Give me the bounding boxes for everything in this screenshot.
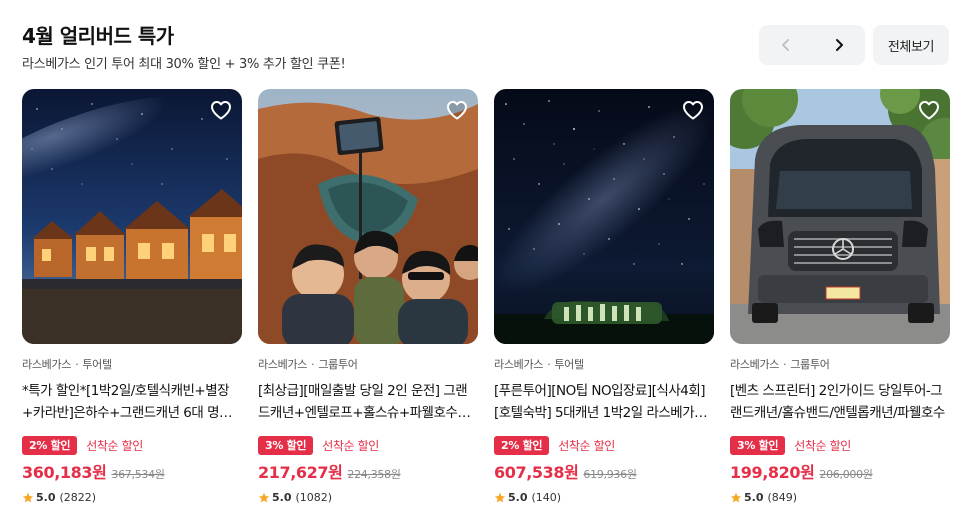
product-card[interactable]: 라스베가스 · 투어텔 [푸른투어][NO팁 NO입장료][식사4회][호텔숙박] … [494, 89, 714, 504]
rating-score: 5.0 [36, 491, 56, 504]
early-bird-section: 4월 얼리버드 특가 라스베가스 인기 투어 최대 30% 할인 + 3% 추가… [0, 0, 966, 517]
sale-price: 199,820원 [730, 463, 815, 482]
carousel-nav [759, 25, 865, 65]
review-count: (2822) [59, 491, 97, 504]
product-meta: 라스베가스 · 투어텔 [22, 356, 242, 372]
product-city: 라스베가스 [258, 358, 308, 371]
price-row: 217,627원 224,358원 [258, 459, 478, 483]
starry-sky-photo [494, 89, 714, 344]
cabins-night-photo [22, 89, 242, 344]
product-title[interactable]: [벤츠 스프린터] 2인가이드 당일투어-그랜드캐년/홀슈밴드/앤텔롭캐년/파웰… [730, 380, 950, 424]
product-photo[interactable] [730, 89, 950, 344]
product-photo[interactable] [494, 89, 714, 344]
view-all-button[interactable]: 전체보기 [873, 25, 949, 65]
rating-row: 5.0 (2822) [22, 491, 242, 504]
product-meta: 라스베가스 · 그룹투어 [258, 356, 478, 372]
product-city: 라스베가스 [22, 358, 72, 371]
meta-separator: · [311, 358, 315, 371]
product-photo[interactable] [22, 89, 242, 344]
rating-row: 5.0 (1082) [258, 491, 478, 504]
original-price: 224,358원 [347, 468, 401, 481]
product-category: 그룹투어 [318, 358, 358, 371]
product-city: 라스베가스 [730, 358, 780, 371]
price-row: 199,820원 206,000원 [730, 459, 950, 483]
section-subtitle: 라스베가스 인기 투어 최대 30% 할인 + 3% 추가 할인 쿠폰! [22, 57, 346, 72]
first-come-label: 선착순 할인 [86, 439, 143, 453]
discount-row: 3% 할인 선착순 할인 [258, 436, 478, 455]
discount-badge: 3% 할인 [730, 436, 786, 455]
product-city: 라스베가스 [494, 358, 544, 371]
original-price: 367,534원 [111, 468, 165, 481]
rating-score: 5.0 [272, 491, 292, 504]
meta-separator: · [783, 358, 787, 371]
chevron-left-icon [781, 39, 789, 51]
carousel-next-button[interactable] [812, 25, 865, 65]
star-icon [730, 492, 742, 502]
carousel-prev-button[interactable] [759, 25, 812, 65]
sale-price: 607,538원 [494, 463, 579, 482]
rating-score: 5.0 [744, 491, 764, 504]
product-card[interactable]: 라스베가스 · 그룹투어 [최상급][매일출발 당일 2인 운전] 그랜드캐년+엔텔… [258, 89, 478, 504]
original-price: 619,936원 [583, 468, 637, 481]
chevron-right-icon [835, 39, 843, 51]
first-come-label: 선착순 할인 [558, 439, 615, 453]
first-come-label: 선착순 할인 [322, 439, 379, 453]
review-count: (1082) [295, 491, 333, 504]
discount-badge: 2% 할인 [494, 436, 550, 455]
discount-badge: 2% 할인 [22, 436, 78, 455]
product-category: 투어텔 [82, 358, 112, 371]
star-icon [494, 492, 506, 502]
star-icon [22, 492, 34, 502]
product-meta: 라스베가스 · 투어텔 [494, 356, 714, 372]
product-photo[interactable] [258, 89, 478, 344]
meta-separator: · [547, 358, 551, 371]
sale-price: 217,627원 [258, 463, 343, 482]
group-selfie-photo [258, 89, 478, 344]
discount-badge: 3% 할인 [258, 436, 314, 455]
product-meta: 라스베가스 · 그룹투어 [730, 356, 950, 372]
review-count: (140) [531, 491, 562, 504]
wishlist-heart-icon[interactable] [209, 98, 233, 122]
wishlist-heart-icon[interactable] [445, 98, 469, 122]
rating-row: 5.0 (849) [730, 491, 950, 504]
price-row: 360,183원 367,534원 [22, 459, 242, 483]
product-title[interactable]: [최상급][매일출발 당일 2인 운전] 그랜드캐년+엔텔로프+홀스슈+파웰호수… [258, 380, 478, 424]
first-come-label: 선착순 할인 [794, 439, 851, 453]
product-title[interactable]: [푸른투어][NO팁 NO입장료][식사4회][호텔숙박] 5대캐년 1박2일 … [494, 380, 714, 424]
wishlist-heart-icon[interactable] [917, 98, 941, 122]
sprinter-van-photo [730, 89, 950, 344]
price-row: 607,538원 619,936원 [494, 459, 714, 483]
meta-separator: · [75, 358, 79, 371]
sale-price: 360,183원 [22, 463, 107, 482]
discount-row: 2% 할인 선착순 할인 [494, 436, 714, 455]
product-category: 그룹투어 [790, 358, 830, 371]
discount-row: 3% 할인 선착순 할인 [730, 436, 950, 455]
wishlist-heart-icon[interactable] [681, 98, 705, 122]
star-icon [258, 492, 270, 502]
product-title[interactable]: *특가 할인*[1박2일/호텔식캐빈+별장+카라반]은하수+그랜드캐년 6대 명… [22, 380, 242, 424]
rating-row: 5.0 (140) [494, 491, 714, 504]
rating-score: 5.0 [508, 491, 528, 504]
original-price: 206,000원 [819, 468, 873, 481]
product-card[interactable]: 라스베가스 · 그룹투어 [벤츠 스프린터] 2인가이드 당일투어-그랜드캐년/홀슈… [730, 89, 950, 504]
product-category: 투어텔 [554, 358, 584, 371]
discount-row: 2% 할인 선착순 할인 [22, 436, 242, 455]
section-title: 4월 얼리버드 특가 [22, 24, 174, 48]
product-card[interactable]: 라스베가스 · 투어텔 *특가 할인*[1박2일/호텔식캐빈+별장+카라반]은하수+… [22, 89, 242, 504]
review-count: (849) [767, 491, 798, 504]
